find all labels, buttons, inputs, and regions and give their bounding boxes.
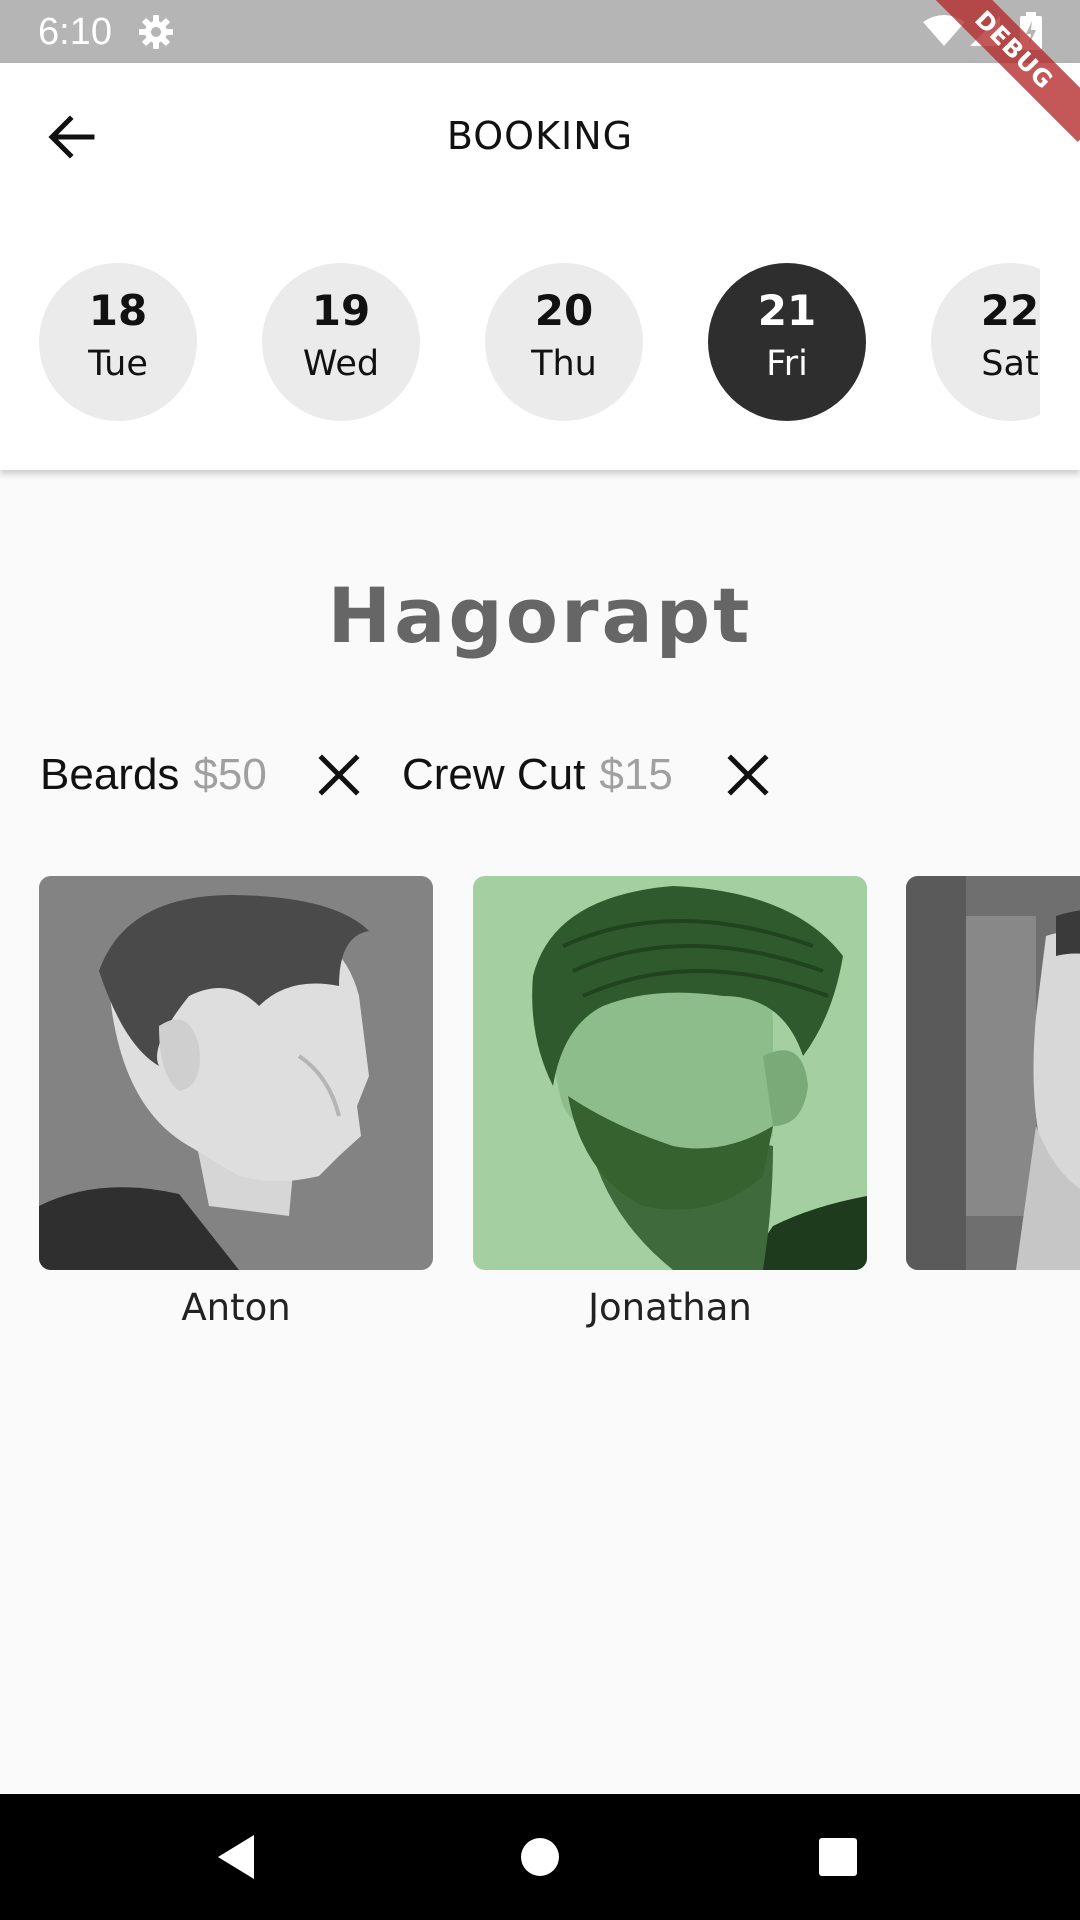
service-chip: Crew Cut $15 [402,740,673,810]
nav-back-button[interactable] [210,1827,270,1887]
system-nav-bar [0,1794,1080,1920]
gear-icon [136,12,176,52]
remove-service-button[interactable] [723,750,773,800]
service-name: Beards [40,750,180,799]
date-day-number: 21 [757,286,817,335]
barber-photo [39,876,433,1270]
barber-list: Anton Jonathan [0,876,1080,1346]
date-picker: 18 Tue 19 Wed 20 Thu 21 Fri 22 Sat [0,263,1040,423]
barber-name: Anton [181,1286,291,1329]
booking-header: BOOKING 18 Tue 19 Wed 20 Thu 21 Fri 22 S… [0,63,1080,470]
page-title: BOOKING [446,114,634,158]
date-item[interactable]: 19 Wed [262,263,420,421]
booking-screen: 6:10 DEBUG BOOKING 18 Tue 19 Wed 20 Thu … [0,0,1080,1920]
date-weekday: Thu [531,344,597,384]
close-icon [318,754,360,796]
date-weekday: Sat [981,344,1039,384]
close-icon [727,754,769,796]
remove-service-button[interactable] [314,750,364,800]
date-item[interactable]: 18 Tue [39,263,197,421]
date-day-number: 19 [311,286,371,335]
date-weekday: Tue [88,344,148,384]
service-price: $50 [193,750,267,799]
service-name: Crew Cut [402,750,586,799]
back-triangle-icon [218,1835,254,1879]
barber-card[interactable]: Anton [39,876,433,1346]
date-weekday: Fri [766,344,808,384]
date-weekday: Wed [302,344,380,384]
barber-card[interactable]: J [906,876,1080,1346]
nav-recents-button[interactable] [808,1827,868,1887]
date-day-number: 20 [534,286,594,335]
nav-home-button[interactable] [510,1827,570,1887]
selected-services: Beards $50 Crew Cut $15 [0,740,1080,810]
date-item[interactable]: 22 Sat [931,263,1040,421]
shop-name: Hagorapt [327,571,753,660]
service-chip: Beards $50 [40,740,267,810]
barber-photo [906,876,1080,1270]
date-day-number: 18 [88,286,148,335]
date-item-selected[interactable]: 21 Fri [708,263,866,421]
status-bar: 6:10 [0,0,1080,63]
recents-square-icon [819,1838,857,1876]
service-price: $15 [599,750,673,799]
barber-name: J [906,1284,1080,1332]
date-item[interactable]: 20 Thu [485,263,643,421]
barber-photo [473,876,867,1270]
barber-card-selected[interactable]: Jonathan [473,876,867,1346]
status-time: 6:10 [38,11,112,53]
barber-name: Jonathan [588,1286,752,1329]
date-day-number: 22 [980,286,1040,335]
home-circle-icon [521,1838,559,1876]
